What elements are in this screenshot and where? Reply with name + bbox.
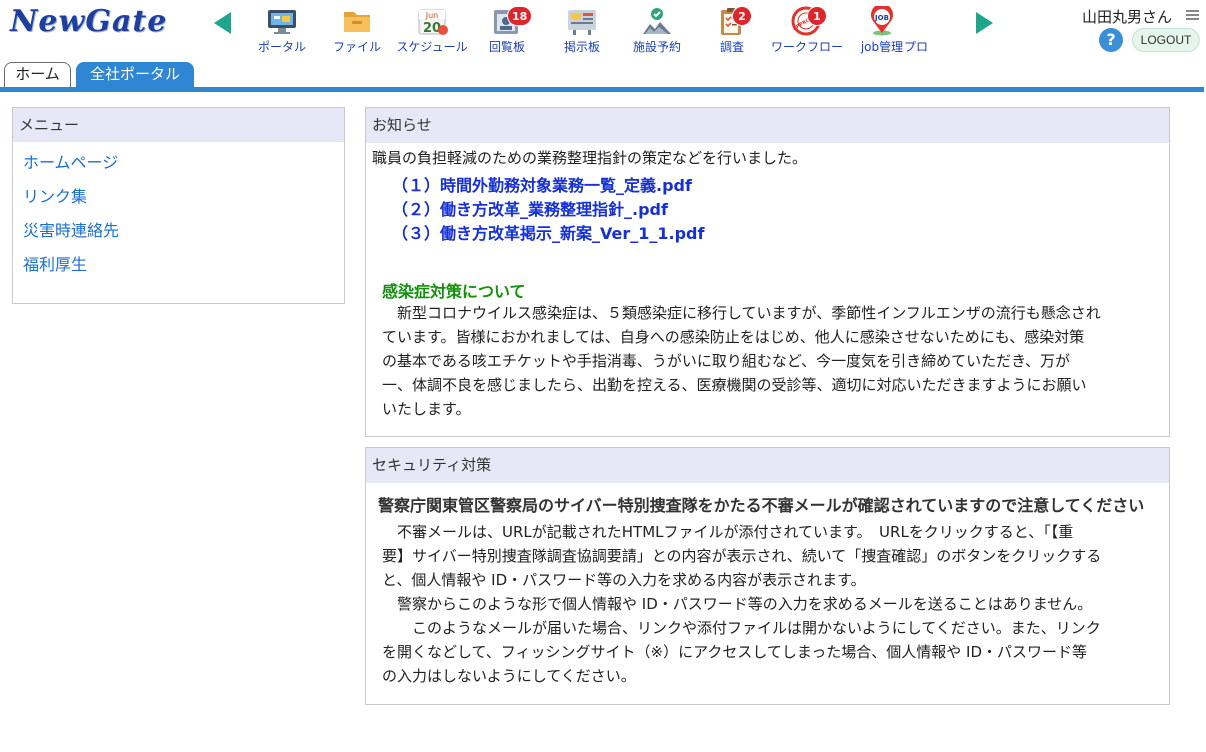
infection-heading: 感染症対策について — [382, 282, 526, 301]
user-menu-icon[interactable] — [1186, 10, 1199, 22]
folder-icon — [344, 12, 370, 32]
infection-line: 新型コロナウイルス感染症は、５類感染症に移行していますが、季節性インフルエンザの… — [382, 304, 1101, 322]
menu-link-welfare[interactable]: 福利厚生 — [13, 252, 344, 286]
notice-title: お知らせ — [366, 108, 1169, 143]
menu-link-disaster-contacts[interactable]: 災害時連絡先 — [13, 218, 344, 252]
user-name[interactable]: 山田丸男さん — [1082, 6, 1172, 27]
security-line: このようなメールが届いた場合、リンクや添付ファイルは開かないようにしてください。… — [382, 619, 1101, 637]
nav-scroll-left-arrow-icon[interactable] — [214, 12, 231, 34]
security-line: 警察からこのような形で個人情報や ID・パスワード等の入力を求めるメールを送るこ… — [382, 595, 1093, 613]
infection-body: 新型コロナウイルス感染症は、５類感染症に移行していますが、季節性インフルエンザの… — [382, 301, 1101, 421]
menu-link-homepage[interactable]: ホームページ — [13, 150, 344, 184]
infection-line: ています。皆様におかれましては、自身への感染防止をはじめ、他人に感染させないため… — [382, 328, 1085, 346]
app-nav: ポータル ファイル Jun 20 スケジュール 18 回覧板 掲示板 施設予約 … — [244, 0, 938, 62]
calendar-month: Jun — [425, 11, 439, 20]
pdf-link-2[interactable]: （２）働き方改革_業務整理指針_.pdf — [392, 196, 668, 220]
help-icon[interactable]: ? — [1099, 28, 1123, 52]
security-line: を開くなどして、フィッシングサイト（※）にアクセスしてしまった場合、個人情報や … — [382, 643, 1088, 661]
security-headline: 警察庁関東管区警察局のサイバー特別捜査隊をかたる不審メールが確認されていますので… — [378, 496, 1145, 515]
nav-label: プロ — [904, 40, 929, 54]
tab-home[interactable]: ホーム — [4, 62, 71, 87]
notice-panel: お知らせ 職員の負担軽減のための業務整理指針の策定などを行いました。 （１）時間… — [365, 107, 1170, 437]
portal-tabs: ホーム 全社ポータル — [0, 62, 1206, 92]
nav-scroll-right-arrow-icon[interactable] — [976, 12, 993, 34]
pdf-link-3[interactable]: （３）働き方改革掲示_新案_Ver_1_1.pdf — [392, 220, 704, 244]
menu-panel: メニュー ホームページ リンク集 災害時連絡先 福利厚生 — [12, 107, 345, 304]
survey-count-badge: 2 — [732, 6, 752, 26]
menu-title: メニュー — [13, 108, 344, 142]
security-line: 要】サイバー特別捜査隊調査協調要請」との内容が表示され、続いて「捜査確認」のボタ… — [382, 547, 1102, 565]
security-line: 不審メールは、URLが記載されたHTMLファイルが添付されています。 URLをク… — [382, 523, 1074, 541]
security-title: セキュリティ対策 — [366, 448, 1169, 483]
pdf-link-1[interactable]: （１）時間外勤務対象業務一覧_定義.pdf — [392, 172, 692, 196]
portal-monitor-icon — [268, 10, 296, 34]
unread-count-badge: 18 — [507, 6, 533, 26]
workflow-count-badge: 1 — [807, 6, 827, 26]
infection-line: の基本である咳エチケットや手指消毒、うがいに取り組むなど、今一度気を引き締めてい… — [382, 352, 1071, 370]
tab-company-portal[interactable]: 全社ポータル — [76, 62, 194, 87]
security-line: の入力はしないようにしてください。 — [382, 667, 636, 685]
job-pin-icon: JOB — [871, 6, 893, 36]
security-panel: セキュリティ対策 警察庁関東管区警察局のサイバー特別捜査隊をかたる不審メールが確… — [365, 447, 1170, 705]
bulletin-board-icon — [568, 10, 596, 35]
security-body: 不審メールは、URLが記載されたHTMLファイルが添付されています。 URLをク… — [382, 520, 1101, 688]
menu-link-links[interactable]: リンク集 — [13, 184, 344, 218]
header: NewGate ポータル ファイル Jun 20 スケジュール 18 回覧板 掲… — [0, 0, 1206, 62]
tab-underline — [0, 87, 1204, 92]
newgate-logo[interactable]: NewGate — [10, 4, 167, 39]
security-line: と、個人情報や ID・パスワード等の入力を求める内容が表示されます。 — [382, 571, 866, 589]
logout-button[interactable]: LOGOUT — [1132, 28, 1200, 52]
notice-intro: 職員の負担軽減のための業務整理指針の策定などを行いました。 — [372, 149, 808, 167]
infection-line: いたします。 — [382, 400, 471, 418]
infection-line: 一、体調不良を感じましたら、出勤を控える、医療機関の受診等、適切に対応いただきま… — [382, 376, 1087, 394]
nav-item-more[interactable]: プロ — [904, 0, 938, 62]
facility-reservation-icon — [643, 8, 671, 34]
menu-list: ホームページ リンク集 災害時連絡先 福利厚生 — [13, 142, 344, 286]
calendar-icon: Jun 20 — [418, 9, 448, 36]
pin-text: JOB — [874, 14, 889, 22]
